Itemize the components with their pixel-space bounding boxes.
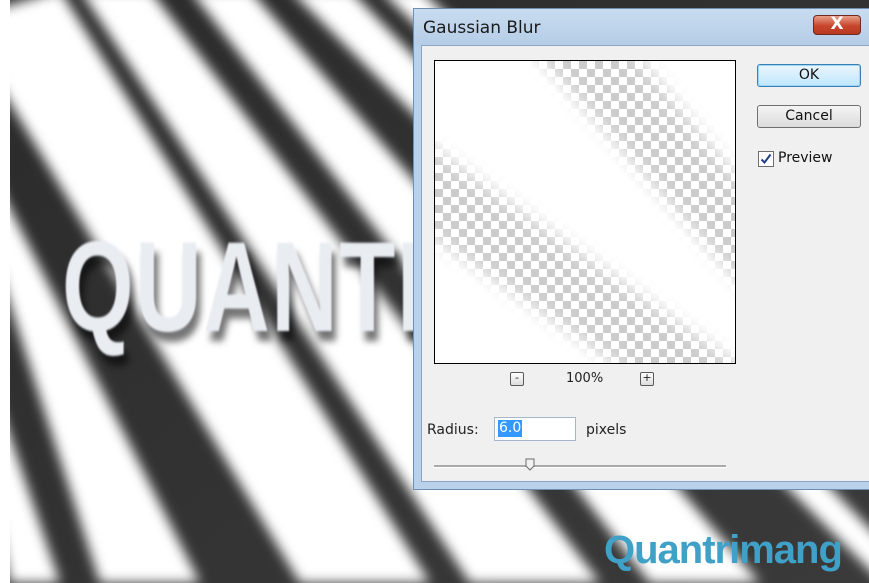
- canvas-left-margin: [0, 0, 10, 583]
- ok-button[interactable]: OK: [757, 64, 861, 87]
- radius-input[interactable]: 6.0: [494, 417, 576, 441]
- dialog-client-area: - 100% + Radius: 6.0 pixels OK Cancel Pr…: [421, 45, 869, 482]
- dialog-title: Gaussian Blur: [423, 18, 541, 38]
- close-icon: X: [830, 14, 844, 34]
- close-button[interactable]: X: [813, 14, 861, 35]
- preview-label[interactable]: Preview: [778, 150, 833, 166]
- radius-label: Radius:: [427, 422, 479, 438]
- cancel-button[interactable]: Cancel: [757, 105, 861, 128]
- slider-thumb-icon[interactable]: [525, 458, 535, 471]
- blur-preview-pane[interactable]: [434, 60, 736, 364]
- gaussian-blur-dialog: Gaussian Blur X - 100% + Radius: 6.0 pix…: [413, 8, 869, 490]
- zoom-level-label: 100%: [566, 371, 604, 386]
- checkmark-icon: [760, 153, 772, 165]
- watermark-logo: Quantrimang: [604, 528, 843, 572]
- radius-slider-track[interactable]: [434, 465, 726, 468]
- preview-checkbox[interactable]: [758, 151, 774, 167]
- radius-value: 6.0: [498, 420, 523, 437]
- preview-image: [435, 61, 735, 363]
- dialog-titlebar[interactable]: Gaussian Blur X: [414, 9, 869, 45]
- zoom-in-button[interactable]: +: [640, 372, 654, 386]
- radius-units-label: pixels: [586, 422, 627, 438]
- zoom-out-button[interactable]: -: [510, 372, 524, 386]
